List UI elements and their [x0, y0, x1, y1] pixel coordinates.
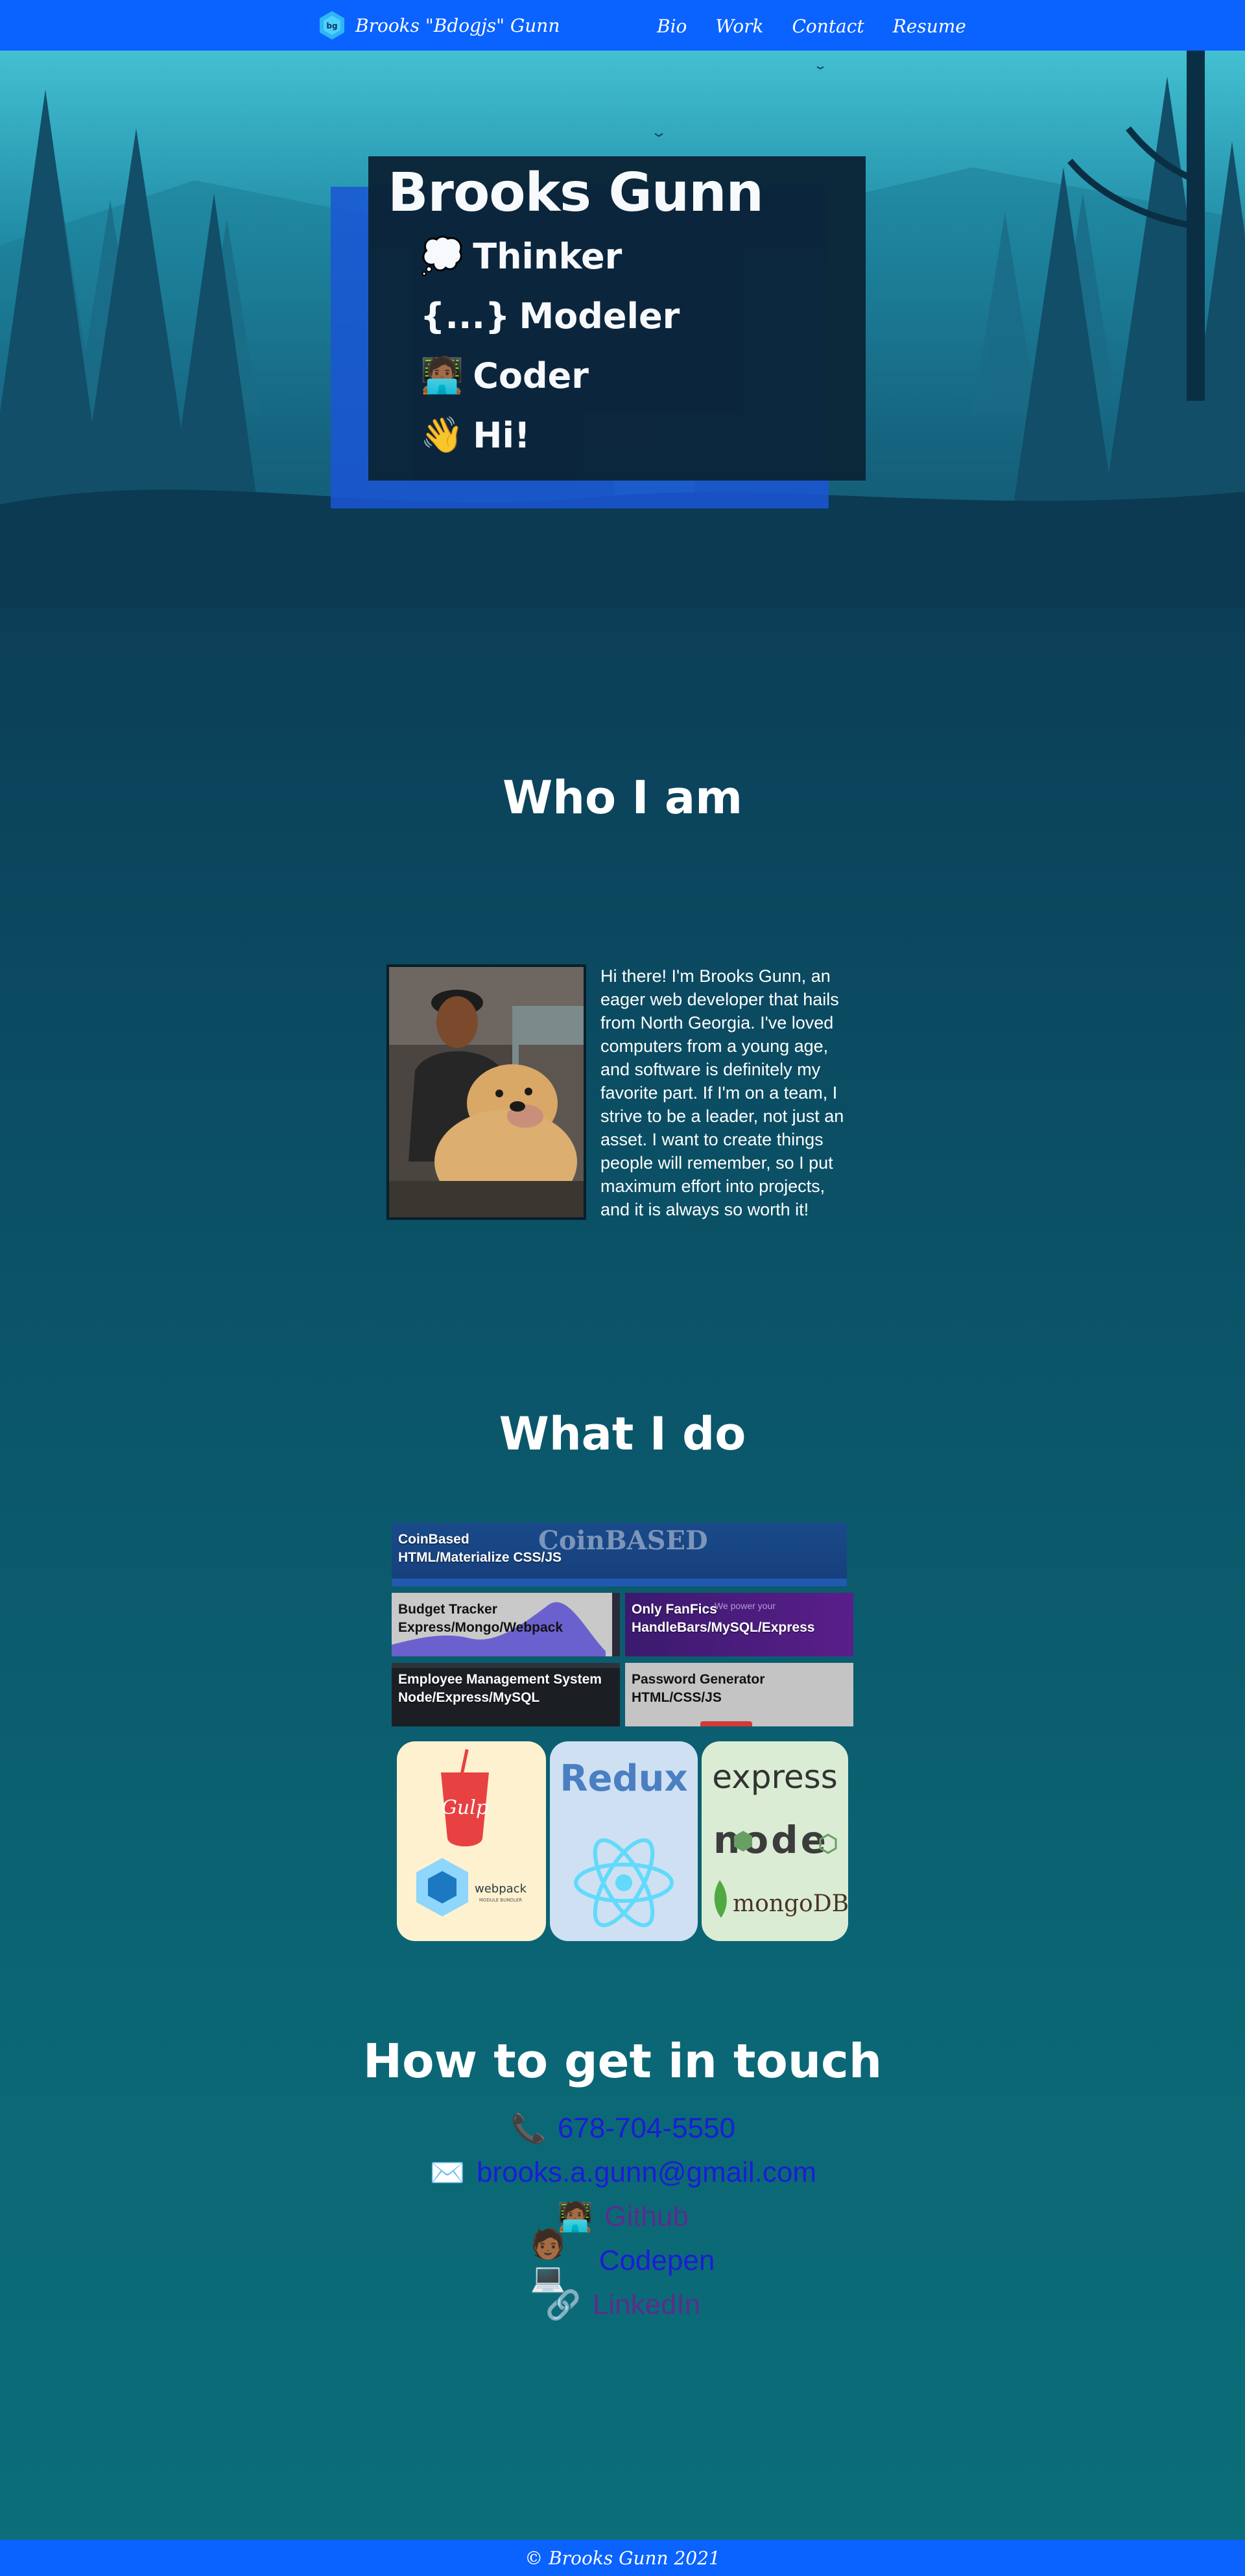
brand-name: Brooks "Bdogjs" Gunn [355, 14, 560, 36]
link-icon: 🔗 [545, 2289, 582, 2322]
project-name: Only FanFics [632, 1602, 717, 1617]
webpack-subtitle-text: MODULE BUNDLER [479, 1898, 522, 1903]
banner-stripe [392, 1579, 847, 1586]
hero-role-label: Hi! [473, 414, 530, 456]
contact-item-phone: 📞 678-704-5550 [0, 2106, 1245, 2151]
project-name: Password Generator [632, 1672, 765, 1687]
work-section-title: What I do [499, 1407, 746, 1461]
contact-item-email: ✉️ brooks.a.gunn@gmail.com [0, 2151, 1245, 2195]
gulp-webpack-logos: Gulp webpack MODULE BUNDLER [416, 1748, 527, 1916]
hero-role-thinker: 💭 Thinker [420, 226, 846, 286]
hero-role-modeler: {...} Modeler [420, 286, 846, 346]
tech-card-redux-react: Redux [550, 1741, 698, 1941]
webpack-logo-text: webpack [475, 1882, 527, 1896]
project-tile-budget-tracker[interactable]: Budget Tracker Express/Mongo/Webpack [392, 1593, 620, 1656]
tech-card-express-node-mongo: express node mongoDB [702, 1741, 848, 1941]
contact-item-codepen: 🧑🏾💻 Codepen [0, 2228, 1245, 2295]
nav-link-work[interactable]: Work [715, 16, 763, 37]
redux-logo-text: Redux [560, 1758, 687, 1800]
gulp-logo-text: Gulp [442, 1796, 488, 1819]
bio-text: Hi there! I'm Brooks Gunn, an eager web … [600, 966, 844, 1219]
nav-link-resume[interactable]: Resume [893, 16, 966, 37]
envelope-icon: ✉️ [429, 2156, 466, 2189]
contact-section-title: How to get in touch [362, 2034, 883, 2088]
brand[interactable]: bg Brooks "Bdogjs" Gunn [316, 9, 560, 42]
project-tech: HTML/CSS/JS [632, 1690, 722, 1705]
nav-link-bio[interactable]: Bio [657, 16, 687, 37]
project-name: CoinBased [398, 1532, 469, 1547]
linkedin-link[interactable]: LinkedIn [593, 2289, 700, 2321]
nav-links: Bio Work Contact Resume [657, 13, 966, 39]
project-label: Password Generator HTML/CSS/JS [632, 1671, 765, 1707]
waving-hand-icon: 👋 [420, 414, 464, 455]
project-label: Only FanFics HandleBars/MySQL/Express [632, 1601, 814, 1637]
project-tile-coinbased[interactable]: CoinBASED CoinBased HTML/Materialize CSS… [392, 1523, 847, 1586]
project-tech: Express/Mongo/Webpack [398, 1620, 563, 1635]
phone-icon: 📞 [510, 2112, 547, 2145]
redux-react-logos: Redux [560, 1758, 688, 1927]
thought-bubble-icon: 💭 [420, 235, 464, 276]
project-name: Employee Management System [398, 1672, 602, 1687]
project-tech: Node/Express/MySQL [398, 1690, 540, 1705]
technologist-icon: 🧑🏾‍💻 [420, 355, 464, 396]
project-tech: HTML/Materialize CSS/JS [398, 1550, 562, 1565]
svg-text:bg: bg [326, 21, 337, 30]
project-banner: CoinBASED [538, 1525, 708, 1556]
project-tile-only-fanfics[interactable]: We power your Only FanFics HandleBars/My… [625, 1593, 853, 1656]
github-link[interactable]: Github [604, 2200, 689, 2233]
express-logo-text: express [712, 1758, 838, 1796]
bio-section-title: Who I am [502, 771, 743, 824]
hero-roles: 💭 Thinker {...} Modeler 🧑🏾‍💻 Coder 👋 Hi! [420, 226, 846, 465]
contact-list: 📞 678-704-5550 ✉️ brooks.a.gunn@gmail.co… [0, 2106, 1245, 2327]
email-link[interactable]: brooks.a.gunn@gmail.com [477, 2156, 816, 2189]
footer: © Brooks Gunn 2021 [0, 2540, 1245, 2576]
hero-role-label: Thinker [473, 235, 622, 277]
hero-role-label: Coder [473, 355, 589, 396]
profile-photo [386, 964, 586, 1220]
phone-link[interactable]: 678-704-5550 [558, 2112, 735, 2145]
project-tile-employee-management[interactable]: Employee Management System Node/Express/… [392, 1663, 620, 1726]
top-navbar: bg Brooks "Bdogjs" Gunn Bio Work Contact… [0, 0, 1245, 51]
terminal-bar [392, 1663, 620, 1668]
project-label: Employee Management System Node/Express/… [398, 1671, 602, 1707]
generate-button-graphic [700, 1721, 752, 1726]
hero-role-hi: 👋 Hi! [420, 405, 846, 465]
project-tile-password-generator[interactable]: Password Generator HTML/CSS/JS [625, 1663, 853, 1726]
project-tech: HandleBars/MySQL/Express [632, 1620, 815, 1635]
project-label: CoinBased HTML/Materialize CSS/JS [398, 1531, 562, 1567]
hero-card: Brooks Gunn 💭 Thinker {...} Modeler 🧑🏾‍💻… [368, 156, 866, 481]
hexagon-logo-icon: bg [320, 11, 344, 40]
contact-item-github: 🧑🏾‍💻 Github [0, 2195, 1245, 2239]
face-laptop-icon: 🧑🏾💻 [530, 2228, 566, 2295]
footer-copyright: © Brooks Gunn 2021 [525, 2547, 720, 2569]
hero-section: Brooks Gunn 💭 Thinker {...} Modeler 🧑🏾‍💻… [0, 51, 1245, 608]
contact-item-linkedin: 🔗 LinkedIn [0, 2283, 1245, 2327]
nav-link-contact[interactable]: Contact [792, 16, 864, 37]
mongodb-logo-text: mongoDB [733, 1890, 848, 1917]
hero-role-coder: 🧑🏾‍💻 Coder [420, 346, 846, 405]
braces-icon: {...} [420, 295, 510, 337]
project-name: Budget Tracker [398, 1602, 497, 1617]
tech-card-gulp-webpack: Gulp webpack MODULE BUNDLER [397, 1741, 546, 1941]
hero-role-label: Modeler [519, 295, 680, 337]
express-node-mongo-logos: express node mongoDB [712, 1758, 848, 1918]
hero-name: Brooks Gunn [388, 162, 764, 224]
node-logo-text: node [713, 1818, 829, 1862]
project-label: Budget Tracker Express/Mongo/Webpack [398, 1601, 563, 1637]
bio-section: Hi there! I'm Brooks Gunn, an eager web … [386, 964, 853, 1220]
codepen-link[interactable]: Codepen [599, 2245, 715, 2277]
